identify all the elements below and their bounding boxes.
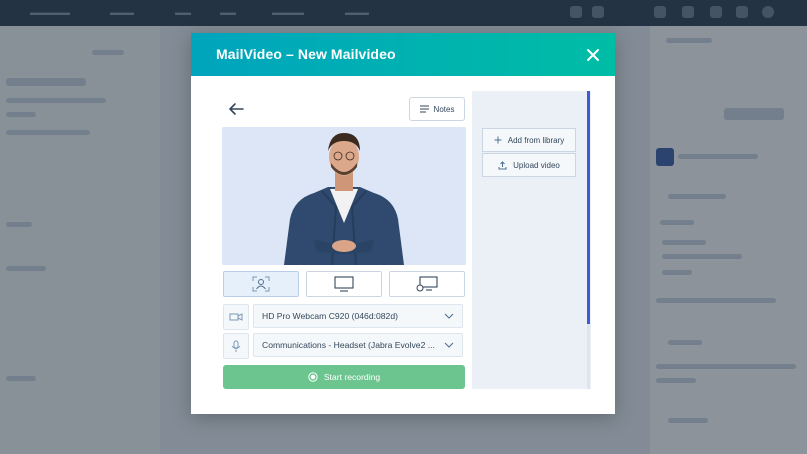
add-from-library-label: Add from library bbox=[507, 135, 565, 145]
screen-camera-icon bbox=[416, 276, 438, 292]
start-recording-button[interactable]: Start recording bbox=[223, 365, 465, 389]
camera-select-value: HD Pro Webcam C920 (046d:082d) bbox=[262, 311, 398, 321]
chevron-down-icon bbox=[444, 342, 454, 348]
plus-icon bbox=[494, 136, 502, 144]
upload-video-button[interactable]: Upload video bbox=[482, 153, 576, 177]
modal-title: MailVideo – New Mailvideo bbox=[216, 46, 396, 62]
back-arrow-icon bbox=[229, 103, 244, 115]
upload-video-label: Upload video bbox=[513, 160, 560, 170]
close-icon bbox=[587, 49, 599, 61]
camera-only-mode-button[interactable] bbox=[223, 271, 299, 297]
notes-label: Notes bbox=[433, 104, 455, 114]
microphone-select[interactable]: Communications - Headset (Jabra Evolve2 … bbox=[253, 333, 463, 357]
panel-scrollbar[interactable] bbox=[587, 91, 590, 324]
microphone-select-value: Communications - Headset (Jabra Evolve2 … bbox=[262, 340, 435, 350]
back-button[interactable] bbox=[227, 101, 245, 117]
screen-icon bbox=[334, 276, 354, 292]
start-recording-label: Start recording bbox=[323, 372, 381, 382]
mailvideo-modal: MailVideo – New Mailvideo Notes HD Pro W… bbox=[191, 33, 615, 414]
modal-header: MailVideo – New Mailvideo bbox=[191, 33, 615, 76]
add-from-library-button[interactable]: Add from library bbox=[482, 128, 576, 152]
screen-and-camera-mode-button[interactable] bbox=[389, 271, 465, 297]
notes-icon bbox=[419, 105, 429, 113]
screen-mode-button[interactable] bbox=[306, 271, 382, 297]
chevron-down-icon bbox=[444, 313, 454, 319]
record-icon bbox=[308, 372, 318, 382]
camera-only-icon bbox=[252, 276, 270, 292]
panel-scrollbar-track bbox=[587, 324, 590, 389]
webcam-icon bbox=[229, 313, 243, 321]
upload-icon bbox=[498, 160, 507, 169]
camera-select[interactable]: HD Pro Webcam C920 (046d:082d) bbox=[253, 304, 463, 328]
webcam-icon-box bbox=[223, 304, 249, 330]
webcam-preview bbox=[222, 127, 466, 265]
microphone-icon-box bbox=[223, 333, 249, 359]
close-button[interactable] bbox=[583, 45, 603, 65]
microphone-icon bbox=[231, 340, 241, 352]
notes-button[interactable]: Notes bbox=[409, 97, 465, 121]
person-image bbox=[222, 127, 466, 265]
